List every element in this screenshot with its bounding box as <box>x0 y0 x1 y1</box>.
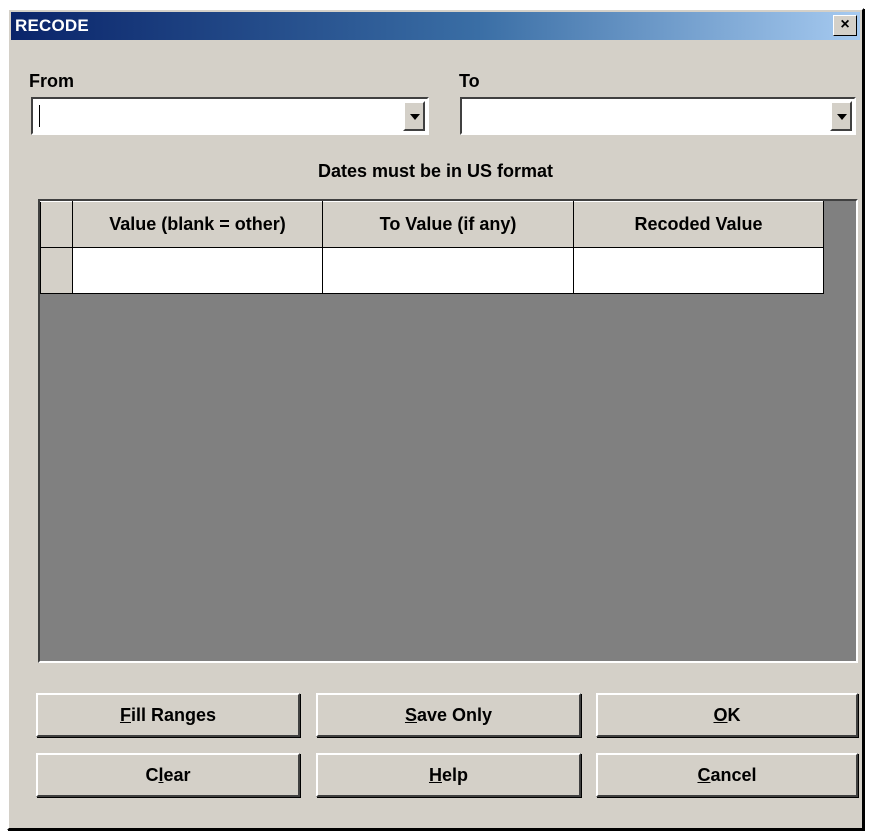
accel-key: O <box>713 705 728 725</box>
close-button[interactable]: × <box>833 15 857 36</box>
to-label: To <box>459 71 480 91</box>
chevron-down-icon <box>837 114 847 120</box>
button-label: ave Only <box>416 705 493 725</box>
recode-table: Value (blank = other) To Value (if any) … <box>40 201 824 294</box>
from-label: From <box>29 71 74 91</box>
accel-key: F <box>119 705 131 725</box>
accel-key: S <box>404 705 417 725</box>
fill-ranges-button[interactable]: Fill Ranges <box>36 693 300 737</box>
close-icon: × <box>840 16 850 33</box>
title-bar[interactable]: RECODE × <box>11 12 860 40</box>
button-label: ear <box>163 765 191 785</box>
accel-key: H <box>428 765 442 785</box>
row-selector[interactable] <box>40 247 73 294</box>
from-combo[interactable] <box>31 97 429 135</box>
accel-key: C <box>697 765 711 785</box>
column-header-value[interactable]: Value (blank = other) <box>72 201 323 248</box>
text-caret <box>39 105 40 127</box>
column-header-to-value[interactable]: To Value (if any) <box>322 201 574 248</box>
button-label: K <box>727 705 741 725</box>
from-dropdown-button[interactable] <box>403 101 425 131</box>
button-label: ancel <box>710 765 757 785</box>
chevron-down-icon <box>410 114 420 120</box>
clear-button[interactable]: Clear <box>36 753 300 797</box>
button-label: elp <box>441 765 468 785</box>
button-label: ill Ranges <box>130 705 217 725</box>
date-format-note: Dates must be in US format <box>317 161 554 181</box>
table-row <box>40 247 824 294</box>
table-header-row: Value (blank = other) To Value (if any) … <box>40 201 824 248</box>
cancel-button[interactable]: Cancel <box>596 753 858 797</box>
button-label: C <box>145 765 159 785</box>
cell-to-value[interactable] <box>322 247 574 294</box>
cell-value[interactable] <box>72 247 323 294</box>
column-header-recoded-value[interactable]: Recoded Value <box>573 201 824 248</box>
recode-dialog: RECODE × From To Dates must be in US for… <box>7 8 864 830</box>
recode-grid[interactable]: Value (blank = other) To Value (if any) … <box>38 199 858 663</box>
to-combo[interactable] <box>460 97 856 135</box>
row-header-corner <box>40 201 73 248</box>
window-title: RECODE <box>15 16 89 35</box>
help-button[interactable]: Help <box>316 753 581 797</box>
to-dropdown-button[interactable] <box>830 101 852 131</box>
save-only-button[interactable]: Save Only <box>316 693 581 737</box>
ok-button[interactable]: OK <box>596 693 858 737</box>
cell-recoded-value[interactable] <box>573 247 824 294</box>
